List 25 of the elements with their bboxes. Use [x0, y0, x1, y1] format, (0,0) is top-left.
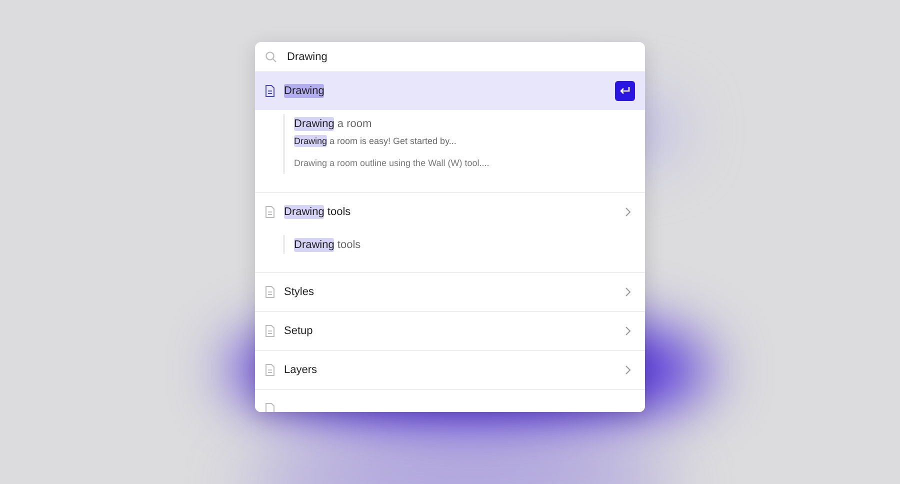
document-icon — [265, 364, 275, 376]
result-title: Layers — [284, 364, 318, 376]
result-row[interactable]: Setup — [255, 312, 645, 350]
document-icon — [265, 206, 275, 218]
result-title: Drawing tools — [284, 206, 352, 218]
chevron-right-icon[interactable] — [625, 326, 631, 336]
result-title: Styles — [284, 286, 315, 298]
excerpt-text[interactable]: Drawing a room is easy! Get started by... — [294, 136, 456, 146]
result-row[interactable]: Drawing — [255, 72, 645, 110]
enter-key-icon[interactable] — [615, 81, 635, 101]
search-field[interactable]: Drawing — [287, 50, 587, 62]
result-title: Setup — [284, 325, 314, 337]
chevron-right-icon[interactable] — [625, 287, 631, 297]
document-icon — [265, 85, 275, 97]
excerpt-text[interactable]: Drawing a room outline using the Wall (W) tool.... — [294, 158, 490, 168]
document-icon — [265, 325, 275, 337]
document-icon — [265, 403, 275, 412]
result-title: Drawing — [284, 85, 326, 97]
result-row[interactable]: Styles — [255, 273, 645, 311]
document-icon — [265, 286, 275, 298]
chevron-right-icon[interactable] — [625, 207, 631, 217]
result-row[interactable]: Layers — [255, 351, 645, 389]
result-row[interactable]: Drawing tools — [255, 193, 645, 231]
search-icon — [265, 50, 277, 62]
chevron-right-icon[interactable] — [625, 365, 631, 375]
